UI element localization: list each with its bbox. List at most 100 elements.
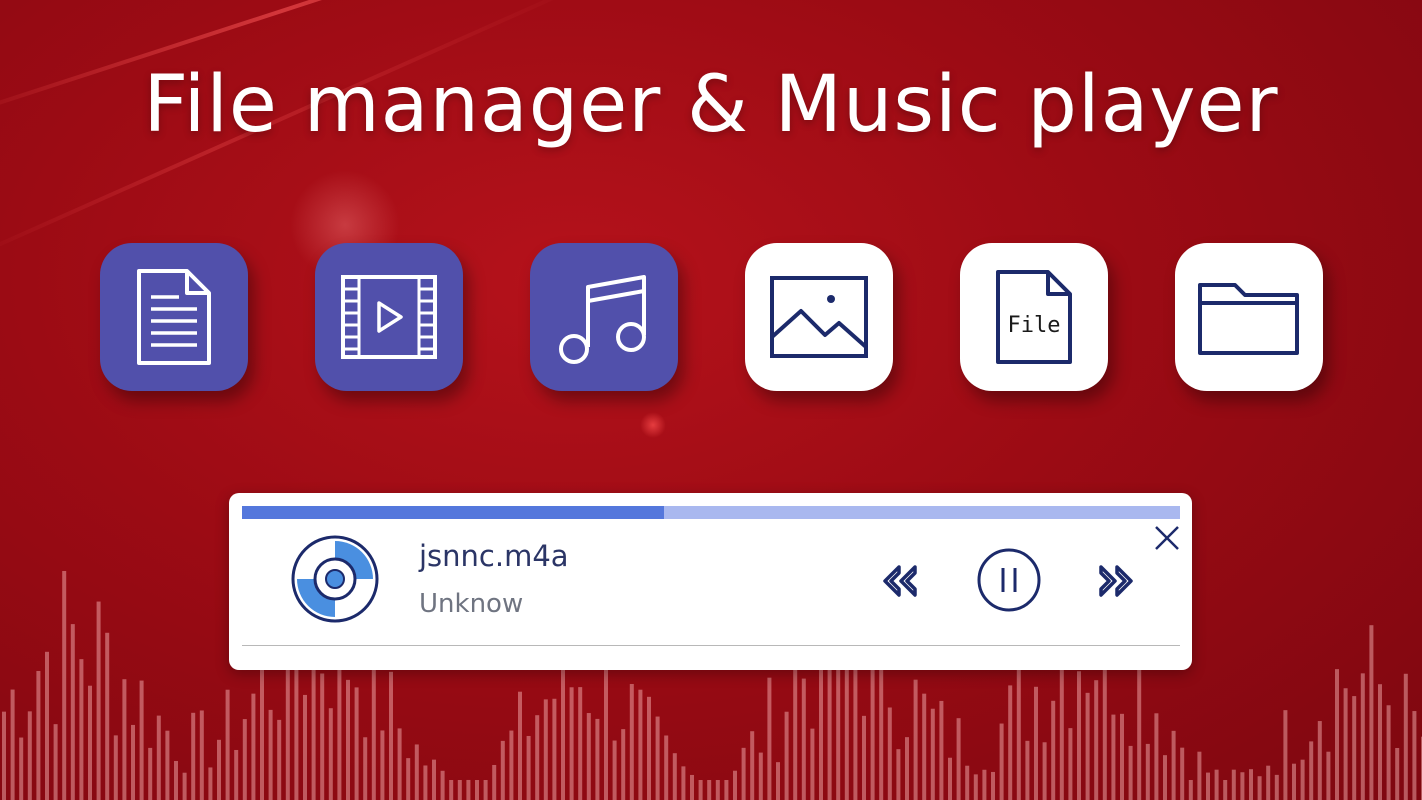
equalizer-bar <box>1257 776 1262 800</box>
files-tile[interactable]: File <box>960 243 1108 391</box>
equalizer-bar <box>913 679 918 800</box>
equalizer-bar <box>1240 772 1245 800</box>
equalizer-bar <box>380 730 385 800</box>
equalizer-bar <box>1309 741 1314 800</box>
close-icon[interactable] <box>1154 525 1180 551</box>
equalizer-bar <box>973 774 978 800</box>
file-icon: File <box>996 270 1072 364</box>
equalizer-bar <box>509 730 514 800</box>
equalizer-bar <box>1412 711 1417 800</box>
equalizer-bar <box>242 719 247 800</box>
equalizer-bar <box>999 723 1004 800</box>
equalizer-bar <box>1137 657 1142 800</box>
track-title: jsnnc.m4a <box>419 539 569 573</box>
equalizer-bar <box>724 780 729 800</box>
equalizer-bar <box>492 764 497 800</box>
equalizer-bar <box>1335 669 1339 800</box>
equalizer-bar <box>131 724 135 800</box>
equalizer-bar <box>552 698 557 800</box>
equalizer-bar <box>1145 743 1150 800</box>
equalizer-bar <box>681 766 686 800</box>
pause-icon[interactable] <box>976 547 1042 613</box>
equalizer-bar <box>122 679 127 800</box>
folders-tile[interactable] <box>1175 243 1323 391</box>
equalizer-bar <box>586 713 591 800</box>
equalizer-bar <box>36 670 41 800</box>
images-tile[interactable] <box>745 243 893 391</box>
equalizer-bar <box>810 728 815 800</box>
equalizer-bar <box>96 601 101 800</box>
equalizer-bar <box>776 762 780 800</box>
background-glow <box>640 412 666 438</box>
player-divider <box>242 645 1180 646</box>
equalizer-bar <box>887 707 892 800</box>
equalizer-bar <box>1352 696 1357 800</box>
equalizer-bar <box>1343 688 1348 800</box>
equalizer-bar <box>2 711 6 800</box>
equalizer-bar <box>827 653 832 800</box>
equalizer-bar <box>1214 769 1219 800</box>
video-icon <box>341 275 437 359</box>
equalizer-bar <box>182 772 187 800</box>
equalizer-bar <box>88 685 92 800</box>
progress-bar[interactable] <box>242 506 1180 519</box>
equalizer-bar <box>638 689 643 800</box>
equalizer-bar <box>70 624 75 800</box>
equalizer-bar <box>905 737 909 800</box>
banner-title: File manager & Music player <box>143 60 1279 150</box>
equalizer-bar <box>414 744 419 800</box>
equalizer-bar <box>750 731 755 800</box>
equalizer-bar <box>440 770 445 800</box>
equalizer-bar <box>475 780 479 800</box>
equalizer-bar <box>1395 747 1400 800</box>
equalizer-bar <box>432 759 436 800</box>
equalizer-bar <box>1008 685 1013 800</box>
equalizer-bar <box>363 737 368 800</box>
equalizer-bar <box>234 749 239 800</box>
equalizer-bar <box>543 699 548 800</box>
rewind-icon[interactable] <box>881 561 921 601</box>
album-disc-icon <box>291 535 379 623</box>
equalizer-bar <box>1128 745 1133 800</box>
equalizer-bar <box>1403 673 1408 800</box>
equalizer-bar <box>1042 742 1047 800</box>
equalizer-bar <box>328 708 333 800</box>
videos-tile[interactable] <box>315 243 463 391</box>
fast-forward-icon[interactable] <box>1095 561 1135 601</box>
equalizer-bar <box>1077 671 1081 800</box>
equalizer-bar <box>397 728 402 800</box>
equalizer-bar <box>1171 730 1176 800</box>
equalizer-bar <box>1016 669 1021 800</box>
equalizer-bar <box>1300 759 1305 800</box>
documents-tile[interactable] <box>100 243 248 391</box>
equalizer-bar <box>303 694 307 800</box>
equalizer-bar <box>354 687 359 800</box>
equalizer-bar <box>62 570 67 800</box>
music-tile[interactable] <box>530 243 678 391</box>
equalizer-bar <box>217 739 221 800</box>
equalizer-bar <box>113 735 118 800</box>
equalizer-bar <box>174 760 178 800</box>
equalizer-bar <box>1188 780 1193 800</box>
equalizer-bar <box>320 673 325 800</box>
equalizer-bar <box>526 735 531 800</box>
equalizer-bar <box>1051 700 1056 800</box>
track-artist: Unknow <box>419 589 524 619</box>
equalizer-bar <box>758 752 763 800</box>
equalizer-bar <box>647 696 651 800</box>
equalizer-bar <box>922 693 927 800</box>
equalizer-bar <box>45 651 49 800</box>
equalizer-bar <box>733 770 737 800</box>
equalizer-bar <box>225 689 230 800</box>
equalizer-bar <box>294 660 299 800</box>
equalizer-bar <box>1231 769 1236 800</box>
equalizer-bar <box>406 758 411 800</box>
equalizer-bar <box>862 715 866 800</box>
equalizer-bar <box>948 757 952 800</box>
equalizer-bar <box>483 780 488 800</box>
equalizer-bar <box>53 724 58 800</box>
equalizer-bar <box>277 719 282 800</box>
equalizer-bar <box>604 653 608 800</box>
image-icon <box>770 276 868 358</box>
equalizer-bar <box>939 700 944 800</box>
